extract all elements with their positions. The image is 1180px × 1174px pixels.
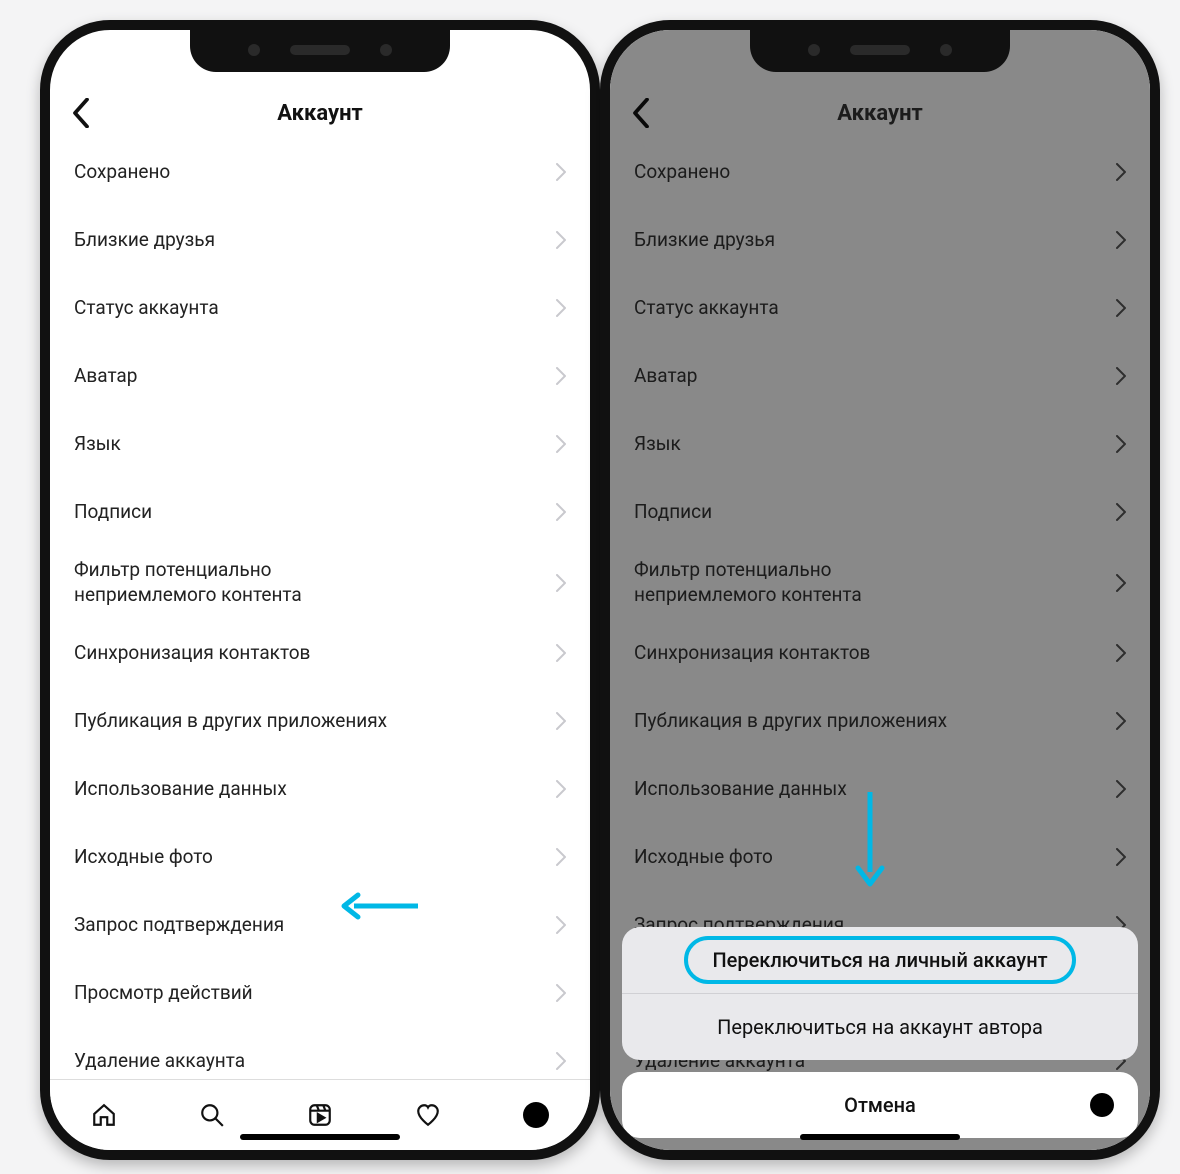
heart-icon bbox=[415, 1102, 441, 1128]
annotation-arrow-left bbox=[340, 889, 420, 923]
chevron-right-icon bbox=[556, 848, 566, 866]
row-label: Запрос подтверждения bbox=[74, 913, 284, 938]
chevron-right-icon bbox=[556, 503, 566, 521]
action-sheet-options: Переключиться на личный аккаунт Переключ… bbox=[622, 927, 1138, 1060]
row-original-photos[interactable]: Исходные фото bbox=[50, 823, 590, 891]
home-icon bbox=[91, 1102, 117, 1128]
chevron-right-icon bbox=[556, 299, 566, 317]
notch bbox=[750, 28, 1010, 72]
row-content-filter[interactable]: Фильтр потенциально неприемлемого контен… bbox=[50, 546, 590, 619]
avatar-icon bbox=[523, 1102, 549, 1128]
chevron-right-icon bbox=[556, 367, 566, 385]
row-label: Фильтр потенциально неприемлемого контен… bbox=[74, 558, 302, 607]
row-close-friends[interactable]: Близкие друзья bbox=[50, 206, 590, 274]
chevron-right-icon bbox=[556, 984, 566, 1002]
row-label: Использование данных bbox=[74, 777, 287, 802]
row-data-usage[interactable]: Использование данных bbox=[50, 755, 590, 823]
chevron-right-icon bbox=[556, 712, 566, 730]
row-captions[interactable]: Подписи bbox=[50, 478, 590, 546]
side-button bbox=[40, 340, 42, 420]
side-button bbox=[600, 180, 602, 220]
screen: Аккаунт Сохранено Близкие друзья Статус … bbox=[50, 30, 590, 1150]
row-account-status[interactable]: Статус аккаунта bbox=[50, 274, 590, 342]
chevron-right-icon bbox=[556, 231, 566, 249]
row-label: Синхронизация контактов bbox=[74, 641, 310, 666]
row-verification[interactable]: Запрос подтверждения bbox=[50, 891, 590, 959]
tab-reels[interactable] bbox=[306, 1101, 334, 1129]
cancel-label: Отмена bbox=[844, 1093, 916, 1117]
search-icon bbox=[199, 1102, 225, 1128]
row-activity[interactable]: Просмотр действий bbox=[50, 959, 590, 1027]
option-label: Переключиться на личный аккаунт bbox=[684, 936, 1075, 984]
settings-list[interactable]: Сохранено Близкие друзья Статус аккаунта… bbox=[50, 138, 590, 1079]
row-publish-other-apps[interactable]: Публикация в других приложениях bbox=[50, 687, 590, 755]
chevron-right-icon bbox=[556, 916, 566, 934]
tab-profile[interactable] bbox=[522, 1101, 550, 1129]
row-label: Аватар bbox=[74, 364, 137, 389]
row-sync-contacts[interactable]: Синхронизация контактов bbox=[50, 619, 590, 687]
back-button[interactable] bbox=[64, 96, 98, 130]
reels-icon bbox=[307, 1102, 333, 1128]
chevron-right-icon bbox=[556, 780, 566, 798]
annotation-arrow-down bbox=[850, 790, 890, 890]
row-label: Сохранено bbox=[74, 160, 170, 185]
cancel-button[interactable]: Отмена bbox=[622, 1072, 1138, 1138]
avatar-icon bbox=[1090, 1093, 1114, 1117]
row-avatar[interactable]: Аватар bbox=[50, 342, 590, 410]
option-label: Переключиться на аккаунт автора bbox=[717, 1015, 1043, 1039]
chevron-right-icon bbox=[556, 1052, 566, 1070]
row-label: Язык bbox=[74, 432, 121, 457]
chevron-right-icon bbox=[556, 435, 566, 453]
option-switch-personal[interactable]: Переключиться на личный аккаунт bbox=[622, 927, 1138, 993]
side-button bbox=[600, 240, 602, 320]
row-label: Исходные фото bbox=[74, 845, 213, 870]
row-saved[interactable]: Сохранено bbox=[50, 138, 590, 206]
row-language[interactable]: Язык bbox=[50, 410, 590, 478]
chevron-left-icon bbox=[72, 98, 90, 128]
row-label: Просмотр действий bbox=[74, 981, 253, 1006]
phone-right: Аккаунт Сохранено Близкие друзья Статус … bbox=[600, 20, 1160, 1160]
option-switch-creator[interactable]: Переключиться на аккаунт автора bbox=[622, 993, 1138, 1060]
side-button bbox=[40, 180, 42, 220]
tab-activity[interactable] bbox=[414, 1101, 442, 1129]
action-sheet: Переключиться на личный аккаунт Переключ… bbox=[622, 927, 1138, 1138]
notch bbox=[190, 28, 450, 72]
home-indicator[interactable] bbox=[800, 1134, 960, 1140]
row-label: Близкие друзья bbox=[74, 228, 215, 253]
row-label: Удаление аккаунта bbox=[74, 1049, 245, 1074]
chevron-right-icon bbox=[556, 574, 566, 592]
tab-home[interactable] bbox=[90, 1101, 118, 1129]
chevron-right-icon bbox=[556, 644, 566, 662]
home-indicator[interactable] bbox=[240, 1134, 400, 1140]
row-delete-account[interactable]: Удаление аккаунта bbox=[50, 1027, 590, 1079]
side-button bbox=[600, 340, 602, 420]
stage: ВИВОСС Аккаунт Сохранено Близкие друзья … bbox=[0, 0, 1180, 1174]
side-button bbox=[1158, 260, 1160, 370]
side-button bbox=[40, 240, 42, 320]
row-label: Публикация в других приложениях bbox=[74, 709, 387, 734]
row-label: Подписи bbox=[74, 500, 152, 525]
row-label: Статус аккаунта bbox=[74, 296, 219, 321]
action-sheet-cancel-group: Отмена bbox=[622, 1072, 1138, 1138]
page-title: Аккаунт bbox=[277, 101, 363, 126]
tab-search[interactable] bbox=[198, 1101, 226, 1129]
chevron-right-icon bbox=[556, 163, 566, 181]
phone-left: Аккаунт Сохранено Близкие друзья Статус … bbox=[40, 20, 600, 1160]
